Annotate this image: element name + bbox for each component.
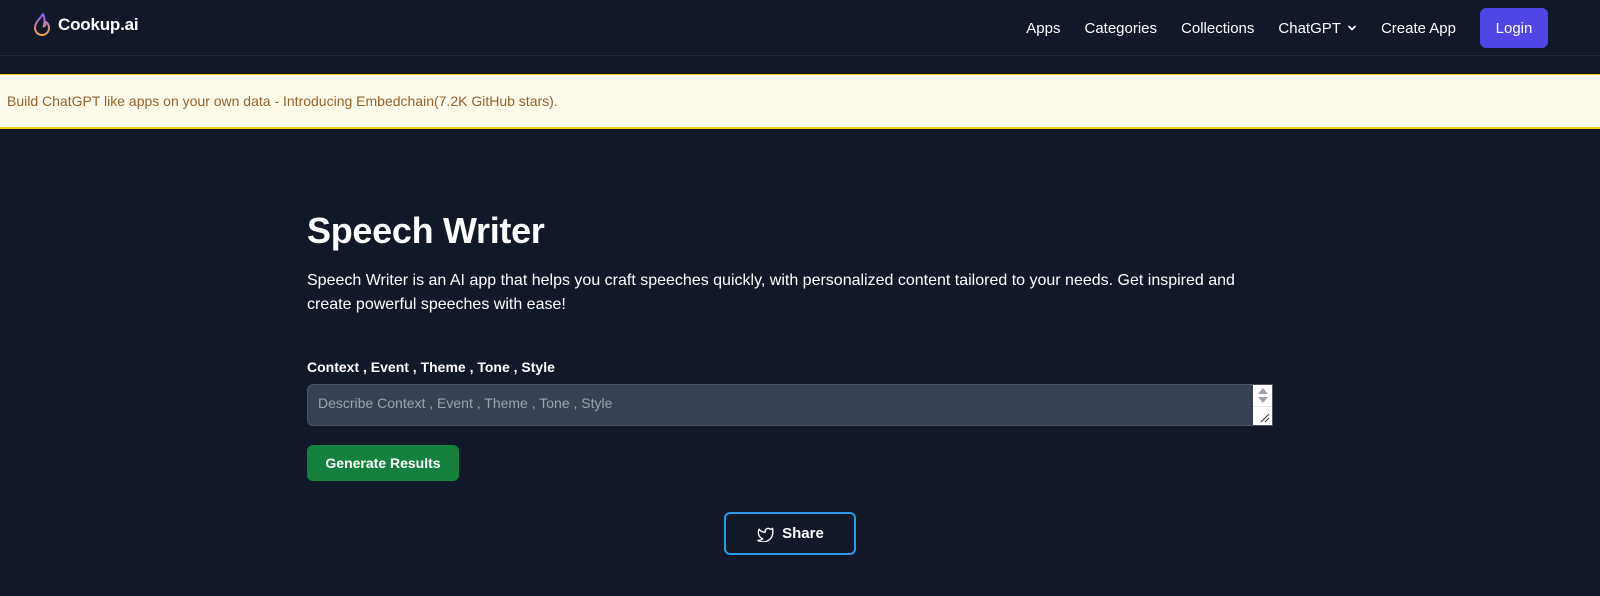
- banner-text[interactable]: Build ChatGPT like apps on your own data…: [7, 93, 558, 109]
- nav-chatgpt-label: ChatGPT: [1278, 19, 1341, 37]
- nav-collections[interactable]: Collections: [1181, 20, 1254, 37]
- generate-results-button[interactable]: Generate Results: [307, 445, 459, 481]
- nav-apps[interactable]: Apps: [1026, 20, 1060, 37]
- nav-categories[interactable]: Categories: [1084, 20, 1157, 37]
- brand-logo-link[interactable]: Cookup.ai: [32, 12, 139, 38]
- top-navbar: Cookup.ai Apps Categories Collections Ch…: [0, 0, 1600, 56]
- flame-icon: [34, 13, 50, 36]
- textarea-scrollbar[interactable]: [1253, 384, 1273, 426]
- context-field-wrapper: [307, 384, 1273, 426]
- share-label: Share: [782, 525, 824, 542]
- login-button[interactable]: Login: [1480, 8, 1548, 48]
- share-button[interactable]: Share: [724, 512, 856, 555]
- main-nav: Apps Categories Collections ChatGPT Crea…: [1026, 8, 1548, 48]
- scroll-up-arrow-icon[interactable]: [1258, 388, 1268, 394]
- context-input[interactable]: [307, 384, 1253, 426]
- twitter-icon: [757, 527, 774, 542]
- nav-chatgpt-dropdown[interactable]: ChatGPT: [1278, 20, 1357, 37]
- resize-grip-icon[interactable]: [1260, 413, 1270, 423]
- announcement-banner[interactable]: Build ChatGPT like apps on your own data…: [0, 74, 1600, 129]
- brand-name: Cookup.ai: [58, 15, 139, 34]
- scrollbar-divider: [1253, 406, 1272, 407]
- app-main: Speech Writer Speech Writer is an AI app…: [307, 205, 1273, 481]
- scroll-down-arrow-icon[interactable]: [1258, 397, 1268, 403]
- nav-create-app[interactable]: Create App: [1381, 20, 1456, 37]
- chevron-down-icon: [1348, 25, 1356, 31]
- app-description: Speech Writer is an AI app that helps yo…: [307, 272, 1235, 313]
- context-field-label: Context , Event , Theme , Tone , Style: [307, 359, 555, 375]
- page-title: Speech Writer: [307, 210, 545, 251]
